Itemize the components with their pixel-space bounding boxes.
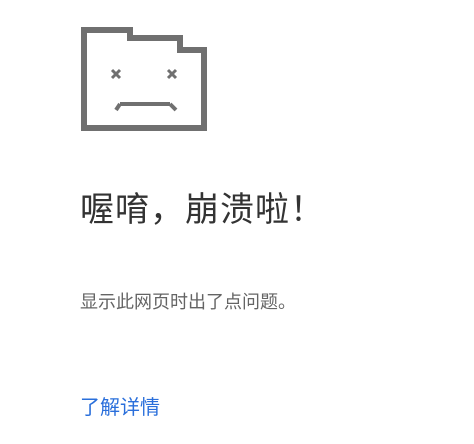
sad-tab-icon <box>80 20 208 132</box>
learn-more-link[interactable]: 了解详情 <box>80 393 160 421</box>
error-heading: 喔唷，崩溃啦！ <box>80 190 325 230</box>
error-message: 显示此网页时出了点问题。 <box>80 292 296 313</box>
